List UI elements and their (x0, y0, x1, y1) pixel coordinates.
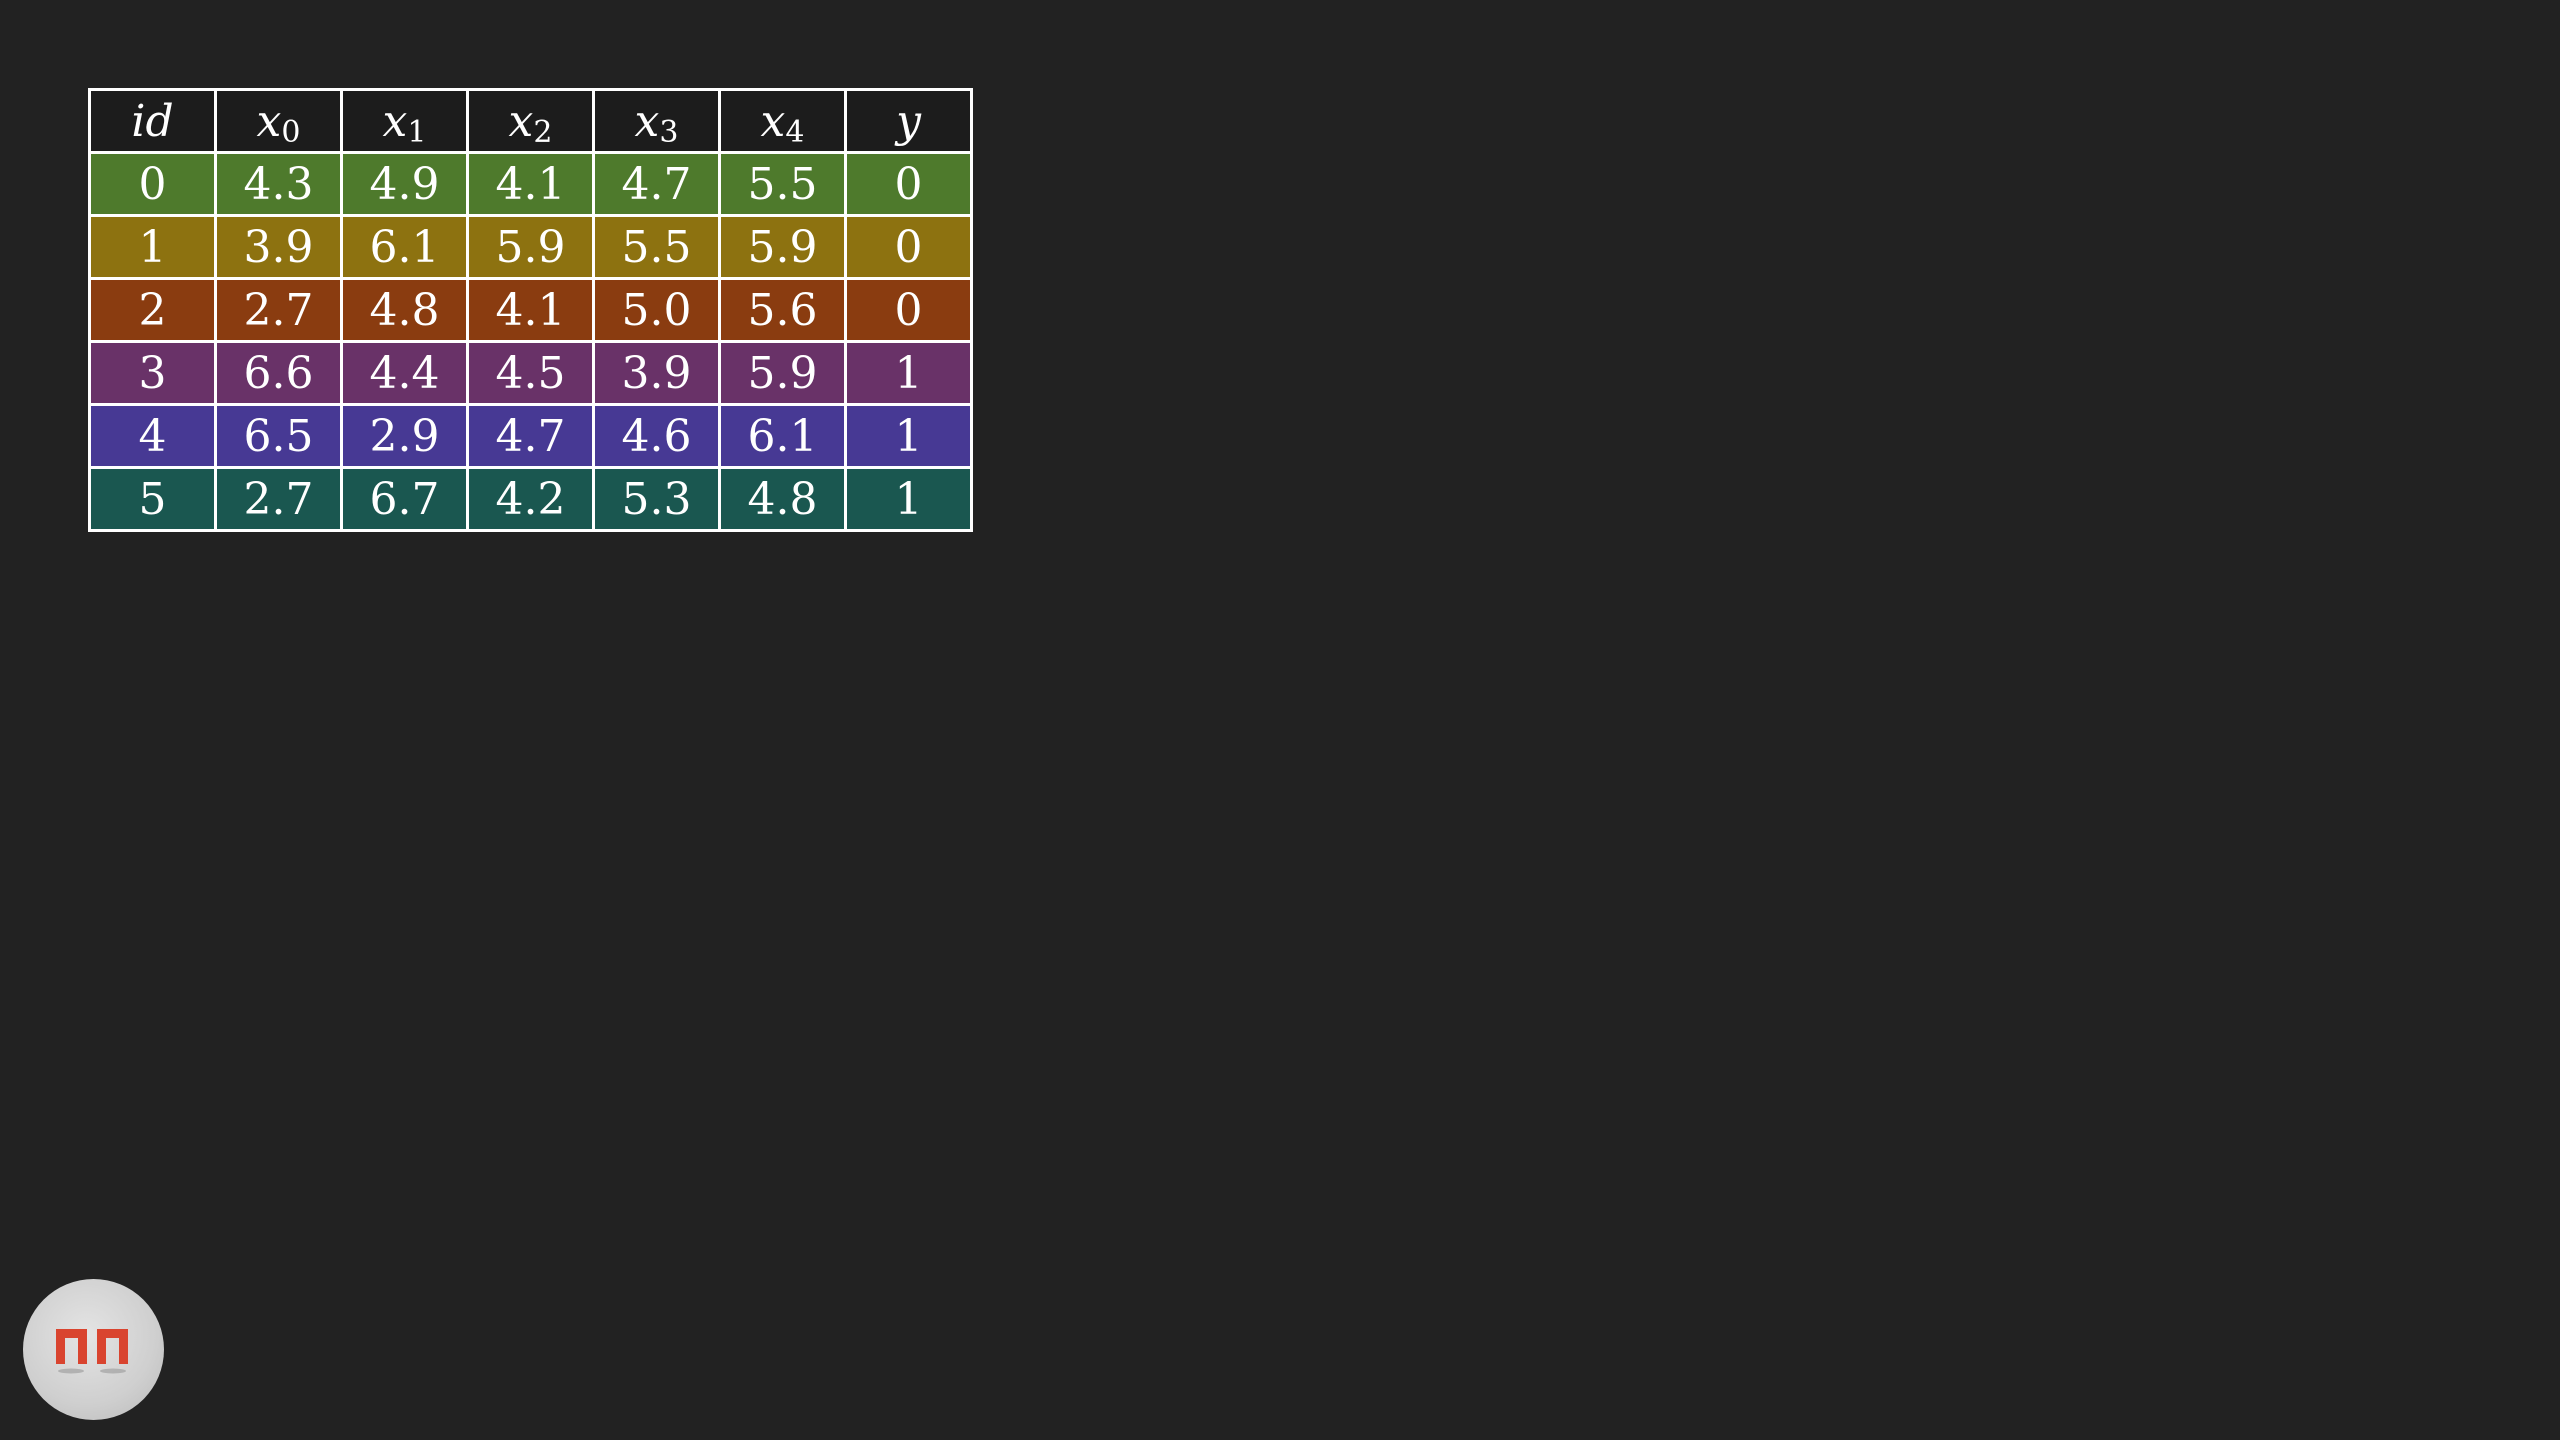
column-header-label: x (760, 95, 786, 147)
table-cell: 6.1 (718, 403, 847, 469)
table-cell: 4.9 (340, 151, 469, 217)
table-header-row: id x0 x1 x2 x3 x4 y (88, 88, 973, 154)
column-header-subscript: 1 (407, 114, 427, 150)
table-cell: 6.7 (340, 466, 469, 532)
table-cell: 4.7 (592, 151, 721, 217)
table-row: 4 6.5 2.9 4.7 4.6 6.1 1 (88, 403, 973, 469)
table-cell: 4.2 (466, 466, 595, 532)
table-cell: 2.7 (214, 277, 343, 343)
column-header-x0: x0 (214, 88, 343, 154)
table-cell: 5.3 (592, 466, 721, 532)
table-cell: 4.7 (466, 403, 595, 469)
column-header-subscript: 4 (785, 114, 805, 150)
table-cell: 5.9 (466, 214, 595, 280)
column-header-label: x (382, 95, 408, 147)
column-header-subscript: 0 (281, 114, 301, 150)
table-cell: 6.5 (214, 403, 343, 469)
table-cell: 4.8 (340, 277, 469, 343)
data-table: id x0 x1 x2 x3 x4 y 0 4.3 4.9 4.1 4.7 5.5 0 1 3.9 6.1 5.… (88, 88, 973, 532)
table-cell: 1 (844, 466, 973, 532)
table-cell: 4.8 (718, 466, 847, 532)
table-cell: 0 (88, 151, 217, 217)
table-row: 0 4.3 4.9 4.1 4.7 5.5 0 (88, 151, 973, 217)
table-cell: 5.9 (718, 340, 847, 406)
table-cell: 5.5 (592, 214, 721, 280)
table-cell: 3.9 (214, 214, 343, 280)
table-cell: 1 (844, 340, 973, 406)
column-header-x4: x4 (718, 88, 847, 154)
column-header-id: id (88, 88, 217, 154)
logo (23, 1279, 164, 1420)
table-cell: 5.0 (592, 277, 721, 343)
nn-logo-icon (56, 1329, 128, 1374)
table-cell: 4.1 (466, 277, 595, 343)
table-row: 1 3.9 6.1 5.9 5.5 5.9 0 (88, 214, 973, 280)
table-cell: 5.6 (718, 277, 847, 343)
table-cell: 1 (844, 403, 973, 469)
table-cell: 4.5 (466, 340, 595, 406)
column-header-label: x (634, 95, 660, 147)
column-header-label: x (508, 95, 534, 147)
table-cell: 2 (88, 277, 217, 343)
table-cell: 3.9 (592, 340, 721, 406)
table-cell: 2.7 (214, 466, 343, 532)
table-cell: 2.9 (340, 403, 469, 469)
table-row: 5 2.7 6.7 4.2 5.3 4.8 1 (88, 466, 973, 532)
table-cell: 0 (844, 151, 973, 217)
table-cell: 4.4 (340, 340, 469, 406)
table-cell: 6.1 (340, 214, 469, 280)
table-cell: 1 (88, 214, 217, 280)
table-cell: 4.6 (592, 403, 721, 469)
table-cell: 4 (88, 403, 217, 469)
table-body: 0 4.3 4.9 4.1 4.7 5.5 0 1 3.9 6.1 5.9 5.5 5.9 0 2 2.7 4.… (88, 151, 973, 532)
table-cell: 5.9 (718, 214, 847, 280)
table-cell: 5 (88, 466, 217, 532)
column-header-x2: x2 (466, 88, 595, 154)
column-header-label: y (896, 95, 921, 147)
column-header-subscript: 3 (659, 114, 679, 150)
table-cell: 0 (844, 277, 973, 343)
table-cell: 4.1 (466, 151, 595, 217)
column-header-subscript: 2 (533, 114, 553, 150)
table-cell: 5.5 (718, 151, 847, 217)
column-header-label: id (131, 95, 174, 147)
column-header-x3: x3 (592, 88, 721, 154)
table-cell: 0 (844, 214, 973, 280)
column-header-x1: x1 (340, 88, 469, 154)
column-header-y: y (844, 88, 973, 154)
table-cell: 3 (88, 340, 217, 406)
table-row: 3 6.6 4.4 4.5 3.9 5.9 1 (88, 340, 973, 406)
table-row: 2 2.7 4.8 4.1 5.0 5.6 0 (88, 277, 973, 343)
table-cell: 4.3 (214, 151, 343, 217)
column-header-label: x (256, 95, 282, 147)
table-cell: 6.6 (214, 340, 343, 406)
